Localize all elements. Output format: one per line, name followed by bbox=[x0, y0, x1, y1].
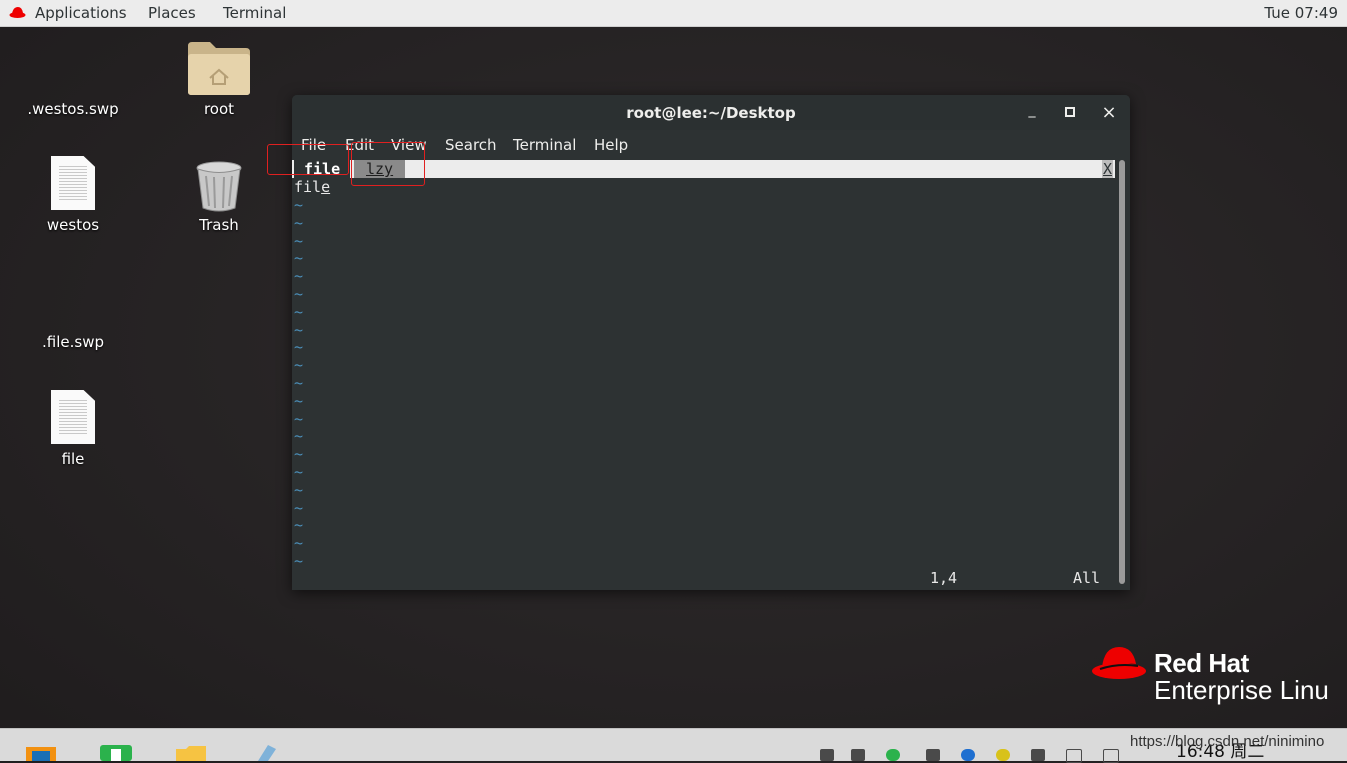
vim-tilde-line: ~ bbox=[294, 231, 304, 250]
desktop-icon-label: file bbox=[61, 450, 85, 468]
vim-tilde-line: ~ bbox=[294, 267, 304, 286]
terminal-screen[interactable]: file lzy X file ~ ~ ~ ~ ~ ~ ~ ~ ~ ~ ~ ~ ~ ~ ~ ~ ~ ~ ~ ~ ~ 1,… bbox=[292, 158, 1130, 590]
annotation-box-lzy bbox=[351, 142, 425, 186]
vim-tilde-line: ~ bbox=[294, 249, 304, 268]
vim-tab-close[interactable]: X bbox=[1101, 160, 1113, 178]
scrollbar[interactable] bbox=[1119, 160, 1125, 584]
vim-tilde-line: ~ bbox=[294, 534, 304, 553]
logo-subtitle: Enterprise Linu bbox=[1154, 675, 1329, 705]
file-manager-icon[interactable] bbox=[174, 743, 208, 761]
vim-tilde-line: ~ bbox=[294, 302, 304, 321]
redhat-hat-icon bbox=[1092, 647, 1146, 679]
top-bar: Applications Places Terminal Tue 07:49 bbox=[0, 0, 1347, 27]
vim-tilde-line: ~ bbox=[294, 391, 304, 410]
desktop-icon-root[interactable]: root bbox=[164, 40, 274, 118]
desktop-icon-file[interactable]: file bbox=[18, 390, 128, 468]
desktop-icon-westos[interactable]: westos bbox=[18, 156, 128, 234]
tray-app-icon[interactable] bbox=[996, 749, 1010, 761]
vim-tilde-line: ~ bbox=[294, 320, 304, 339]
menu-help[interactable]: Help bbox=[594, 136, 628, 154]
vim-tilde-line: ~ bbox=[294, 409, 304, 428]
applications-menu[interactable]: Applications bbox=[35, 4, 127, 22]
desktop-icon-label: westos bbox=[46, 216, 100, 234]
desktop-icon-label: Trash bbox=[199, 216, 239, 234]
minimize-button[interactable]: _ bbox=[1023, 101, 1041, 119]
desktop-icon-label: root bbox=[203, 100, 235, 118]
clock[interactable]: Tue 07:49 bbox=[1264, 4, 1338, 22]
text-file-icon bbox=[51, 156, 95, 210]
vmware-icon[interactable] bbox=[24, 743, 58, 761]
vim-tilde-line: ~ bbox=[294, 196, 304, 214]
vim-tilde-line: ~ bbox=[294, 463, 304, 481]
notepad-icon[interactable] bbox=[248, 743, 282, 761]
tray-window-icon[interactable] bbox=[851, 749, 865, 761]
tray-network-icon[interactable] bbox=[1031, 749, 1045, 761]
tray-wechat-icon[interactable] bbox=[886, 749, 900, 761]
vim-tilde-line: ~ bbox=[294, 374, 304, 392]
vim-tilde-line: ~ bbox=[294, 498, 304, 517]
vim-tilde-line: ~ bbox=[294, 445, 304, 464]
tray-wifi-icon[interactable] bbox=[1103, 749, 1119, 763]
tray-drive-icon[interactable] bbox=[926, 749, 940, 761]
folder-icon bbox=[188, 42, 250, 95]
menu-terminal[interactable]: Terminal bbox=[513, 136, 576, 154]
vim-line-1: file bbox=[294, 178, 330, 196]
places-menu[interactable]: Places bbox=[148, 4, 196, 22]
line-text: fil bbox=[294, 178, 322, 196]
sheet-app-icon[interactable] bbox=[99, 743, 133, 761]
desktop-icon-westos-swp[interactable]: .westos.swp bbox=[18, 100, 128, 118]
window-titlebar[interactable]: root@lee:~/Desktop _ × bbox=[292, 95, 1130, 130]
tray-usb-icon[interactable] bbox=[820, 749, 834, 761]
redhat-icon bbox=[9, 7, 26, 18]
menu-search[interactable]: Search bbox=[445, 136, 497, 154]
maximize-button[interactable] bbox=[1061, 104, 1079, 122]
terminal-menu[interactable]: Terminal bbox=[223, 4, 286, 22]
desktop-icon-file-swp[interactable]: .file.swp bbox=[18, 333, 128, 351]
vim-tilde-line: ~ bbox=[294, 285, 304, 303]
vim-tilde-line: ~ bbox=[294, 427, 304, 446]
taskbar: 16:48 周二 https://blog.csdn.net/ninimino bbox=[0, 728, 1347, 763]
vim-ruler-position: 1,4 bbox=[930, 569, 958, 587]
vim-tilde-line: ~ bbox=[294, 480, 304, 499]
annotation-box-file bbox=[267, 144, 349, 175]
maximize-icon bbox=[1065, 107, 1075, 117]
redhat-logo: Red Hat Enterprise Linu bbox=[1090, 644, 1329, 705]
vim-tilde-line: ~ bbox=[294, 356, 304, 375]
trash-icon bbox=[196, 161, 242, 212]
window-title: root@lee:~/Desktop bbox=[626, 104, 796, 122]
text-file-icon bbox=[51, 390, 95, 444]
desktop-icon-trash[interactable]: Trash bbox=[164, 160, 274, 234]
desktop-icon-label: .file.swp bbox=[42, 333, 104, 351]
vim-tilde-line: ~ bbox=[294, 213, 304, 232]
vim-ruler-all: All bbox=[1073, 569, 1101, 587]
vim-tilde-line: ~ bbox=[294, 516, 304, 535]
vim-tilde-line: ~ bbox=[294, 552, 304, 570]
vim-tilde-line: ~ bbox=[294, 338, 304, 357]
tray-bluetooth-icon[interactable] bbox=[961, 749, 975, 761]
cursor-char: e bbox=[321, 178, 331, 196]
tray-volume-muted-icon[interactable] bbox=[1066, 749, 1082, 763]
close-button[interactable]: × bbox=[1100, 104, 1118, 122]
watermark: https://blog.csdn.net/ninimino bbox=[1130, 733, 1325, 750]
desktop-icon-label: .westos.swp bbox=[27, 100, 119, 118]
